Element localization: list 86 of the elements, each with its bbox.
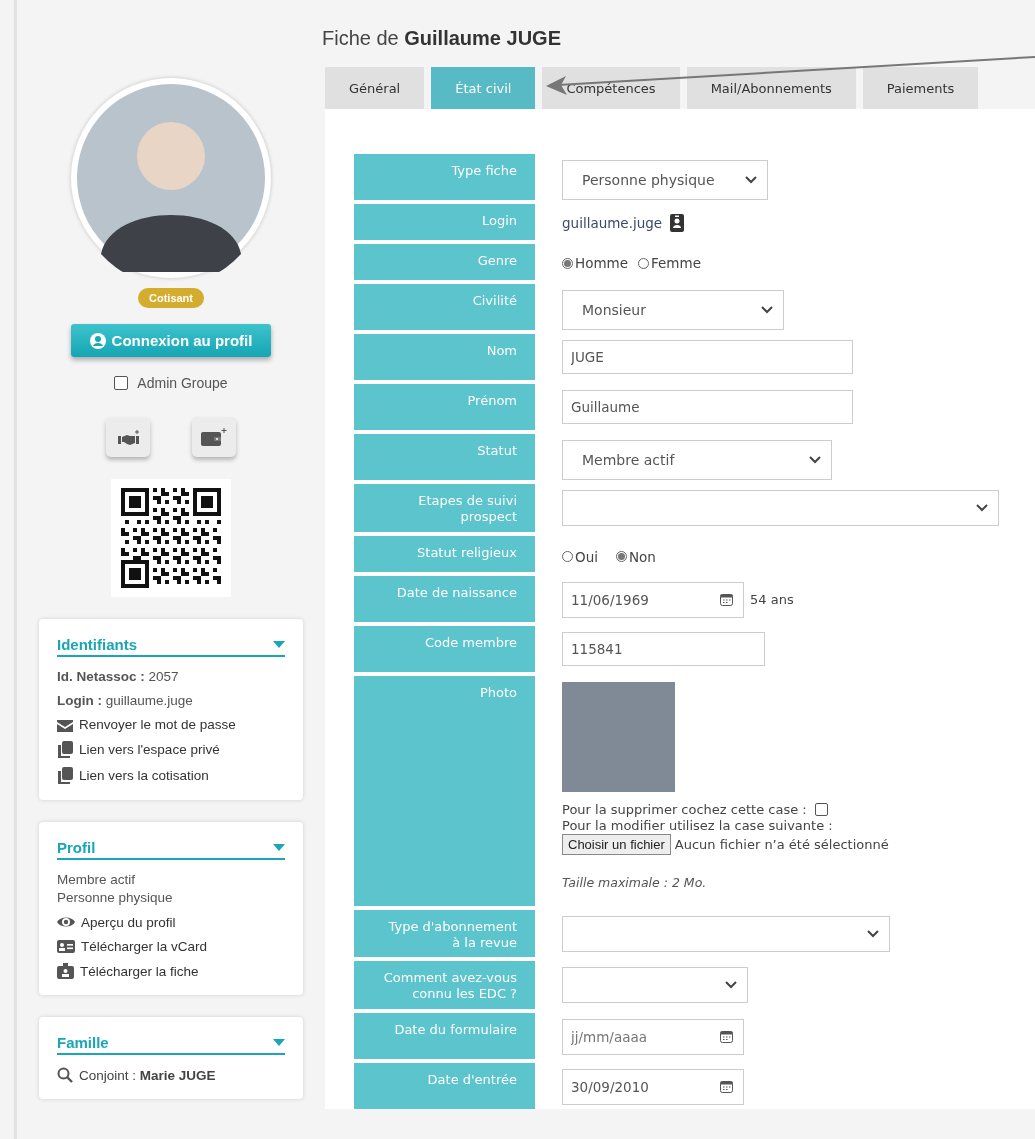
tab[interactable]: Compétences	[542, 67, 680, 109]
field-label: Type fiche	[354, 154, 535, 200]
contact-badge-icon	[670, 214, 685, 232]
card-link[interactable]: Aperçu du profil	[81, 914, 176, 930]
card-title: Identifiants	[57, 636, 137, 653]
field-label: Comment avez-vous connu les EDC ?	[354, 961, 535, 1009]
radio-label: Homme	[575, 255, 629, 271]
field-label: Type d'abonnement à la revue	[354, 909, 535, 957]
date-field[interactable]: 11/06/1969	[562, 581, 744, 618]
select-field[interactable]: Personne physique	[562, 160, 768, 200]
wallet-icon	[201, 428, 227, 446]
date-field[interactable]: 30/09/2010	[562, 1068, 744, 1105]
field-label: Date d'entrée	[354, 1062, 535, 1109]
select-field[interactable]	[562, 967, 748, 1003]
input-field[interactable]: JUGE	[562, 340, 853, 374]
card-link[interactable]: Lien vers l'espace privé	[79, 742, 220, 757]
radio-label: Femme	[651, 255, 701, 271]
age-text: 54 ans	[750, 592, 794, 607]
info-text: Login : guillaume.juge	[57, 693, 193, 708]
date-field[interactable]: jj/mm/aaaa	[562, 1018, 744, 1055]
handshake-icon	[116, 428, 140, 446]
icon-button[interactable]	[106, 417, 150, 457]
field-label: Date de naissance	[354, 575, 535, 622]
select-field[interactable]	[562, 915, 890, 952]
input-field[interactable]: 115841	[562, 631, 765, 666]
tab[interactable]: Paiements	[862, 67, 979, 109]
calendar-icon	[720, 1079, 733, 1093]
field-label: Prénom	[354, 384, 535, 430]
card-link[interactable]: Télécharger la fiche	[80, 963, 199, 979]
contact-card-icon	[57, 939, 75, 954]
field-label: Date du formulaire	[354, 1012, 535, 1059]
checkbox[interactable]	[814, 802, 828, 816]
id-badge-icon	[57, 963, 74, 979]
modify-hint: Pour la modifier utilisez la case suivante :	[562, 817, 833, 833]
page-title: Fiche de Guillaume JUGE	[322, 27, 562, 51]
info-text: Personne physique	[57, 890, 173, 905]
login-text: guillaume.juge	[562, 215, 663, 231]
chevron-down-icon	[745, 176, 757, 184]
select-field[interactable]: Membre actif	[562, 440, 832, 480]
search-icon	[57, 1067, 73, 1083]
caret-down-icon	[273, 844, 285, 851]
caret-down-icon	[273, 1039, 285, 1046]
card-link[interactable]: Lien vers la cotisation	[79, 768, 209, 783]
card-title: Famille	[57, 1034, 109, 1051]
envelope-icon	[57, 717, 73, 732]
icon-button[interactable]	[192, 417, 236, 457]
field-label: Statut	[354, 434, 535, 480]
checkbox-label: Admin Groupe	[137, 375, 228, 391]
calendar-icon	[720, 592, 733, 606]
field-label: Photo	[354, 675, 535, 906]
chevron-down-icon	[725, 981, 737, 989]
card-link[interactable]: Télécharger la vCard	[81, 939, 208, 954]
status-badge: Cotisant	[138, 288, 204, 308]
input-field[interactable]: Guillaume	[562, 390, 853, 424]
user-circle-icon	[89, 332, 106, 349]
radio-label: Non	[628, 548, 656, 565]
choose-file-button[interactable]: Choisir un fichier	[562, 833, 671, 855]
card-title: Profil	[57, 839, 96, 856]
card-link[interactable]: Conjoint : Marie JUGE	[79, 1067, 216, 1083]
file-status: Aucun fichier n’a été sélectionné	[674, 836, 889, 852]
radio-label: Oui	[575, 548, 598, 565]
field-label: Etapes de suivi prospect	[354, 484, 535, 532]
checkbox[interactable]	[114, 376, 129, 390]
copy-icon	[57, 767, 73, 784]
info-text: Id. Netassoc : 2057	[57, 669, 179, 684]
field-label: Login	[354, 204, 535, 240]
chevron-down-icon	[761, 306, 773, 314]
caret-down-icon	[273, 641, 285, 648]
card-link[interactable]: Renvoyer le mot de passe	[79, 717, 236, 732]
info-text: Membre actif	[57, 872, 136, 887]
calendar-icon	[720, 1029, 733, 1043]
field-label: Genre	[354, 244, 535, 280]
chevron-down-icon	[976, 504, 988, 512]
field-label: Statut religieux	[354, 535, 535, 572]
chevron-down-icon	[809, 456, 821, 464]
chevron-down-icon	[867, 929, 879, 938]
max-size-note: Taille maximale : 2 Mo.	[562, 874, 707, 890]
tab[interactable]: Mail/Abonnements	[686, 67, 856, 109]
select-field[interactable]	[562, 490, 999, 526]
field-label: Civilité	[354, 284, 535, 330]
copy-icon	[57, 741, 73, 758]
field-label: Code membre	[354, 625, 535, 672]
field-label: Nom	[354, 334, 535, 380]
delete-hint: Pour la supprimer cochez cette case :	[562, 801, 807, 817]
select-field[interactable]: Monsieur	[562, 290, 784, 330]
tab[interactable]: Général	[325, 67, 425, 109]
